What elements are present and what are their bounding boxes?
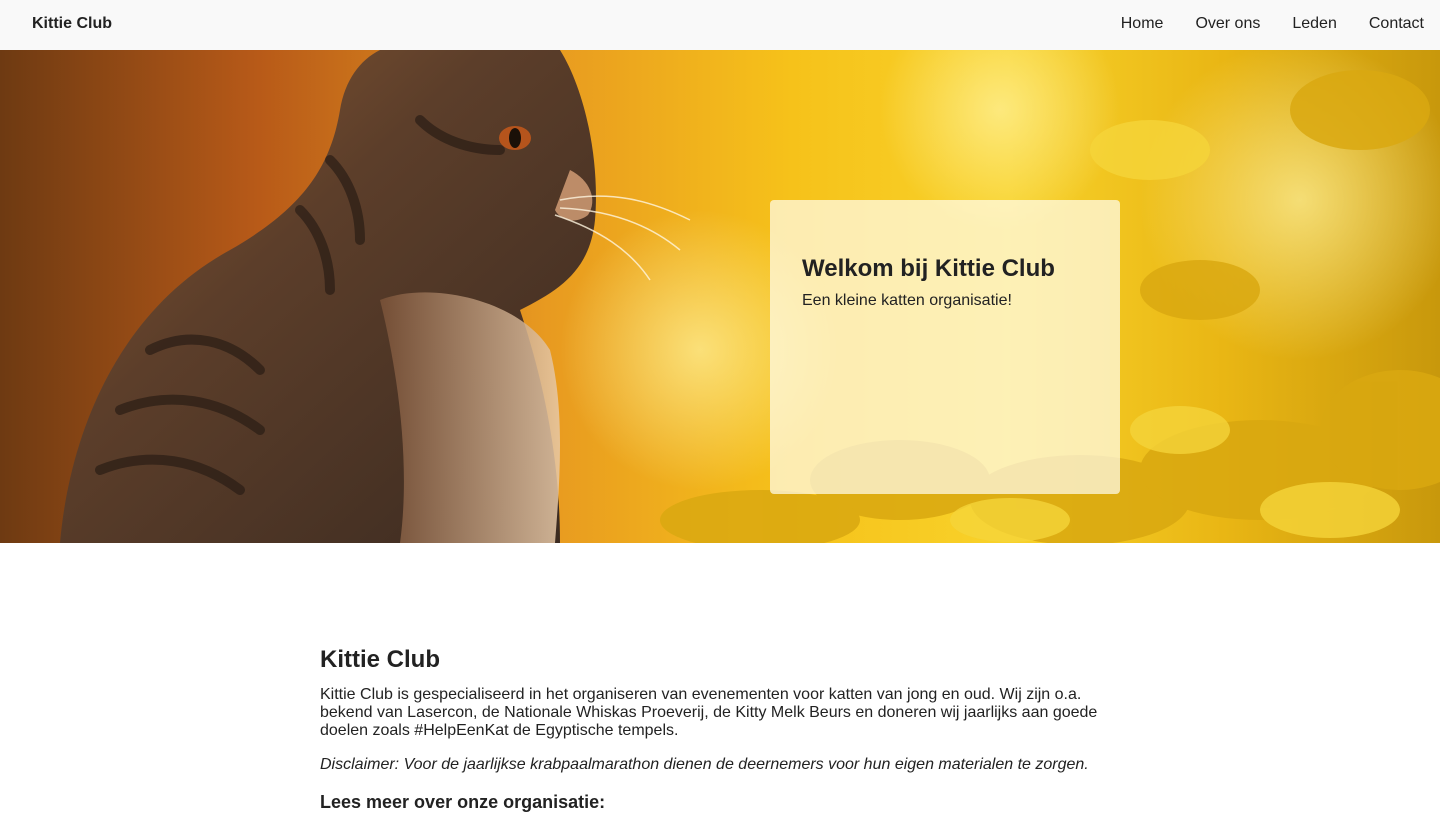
top-navbar: Kittie Club Home Over ons Leden Contact bbox=[0, 0, 1440, 50]
intro-paragraph: Kittie Club is gespecialiseerd in het or… bbox=[320, 686, 1098, 739]
disclaimer-text: Disclaimer: Voor de jaarlijkse krabpaalm… bbox=[320, 756, 1089, 773]
nav-links: Home Over ons Leden Contact bbox=[1089, 15, 1424, 33]
nav-link-leden[interactable]: Leden bbox=[1292, 15, 1337, 33]
brand-link[interactable]: Kittie Club bbox=[32, 15, 112, 33]
read-more-heading: Lees meer over onze organisatie: bbox=[320, 792, 606, 812]
welcome-card: Welkom bij Kittie Club Een kleine katten… bbox=[770, 200, 1120, 494]
welcome-title: Welkom bij Kittie Club bbox=[802, 255, 1055, 282]
main-content: Kittie Club Kittie Club is gespecialisee… bbox=[320, 644, 1120, 813]
welcome-subtitle: Een kleine katten organisatie! bbox=[802, 292, 1012, 309]
nav-link-over-ons[interactable]: Over ons bbox=[1195, 15, 1260, 33]
hero-cat-image bbox=[60, 50, 1440, 543]
nav-link-home[interactable]: Home bbox=[1121, 15, 1164, 33]
nav-link-contact[interactable]: Contact bbox=[1369, 15, 1424, 33]
section-title: Kittie Club bbox=[320, 646, 440, 673]
hero-banner: Welkom bij Kittie Club Een kleine katten… bbox=[0, 50, 1440, 543]
